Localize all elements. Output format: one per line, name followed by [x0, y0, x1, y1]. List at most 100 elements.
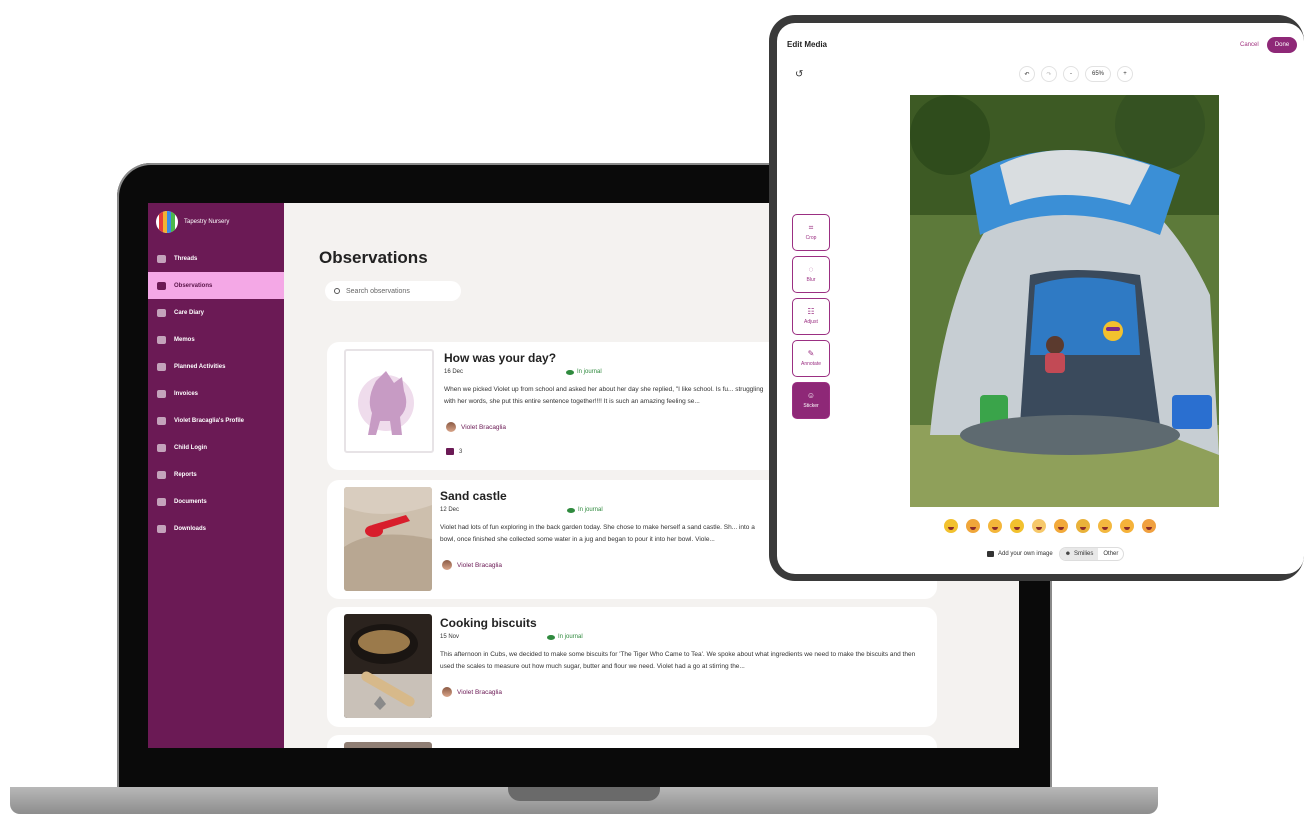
smiley-sticker[interactable]: [944, 519, 958, 533]
eye-icon: [547, 634, 555, 640]
eye-icon: [566, 369, 574, 375]
smiley-sticker[interactable]: [1032, 519, 1046, 533]
smiley-sticker[interactable]: [966, 519, 980, 533]
tool-label: Crop: [805, 235, 817, 241]
placeholder-thumbnail: [344, 349, 434, 453]
search-icon: [334, 288, 340, 294]
tool-label: Sticker: [803, 403, 819, 409]
observation-excerpt: Violet had lots of fun exploring in the …: [440, 524, 755, 543]
sidebar-item-label: Invoices: [174, 390, 199, 397]
care-diary-icon: [157, 308, 166, 317]
comment-count[interactable]: 3: [446, 448, 462, 455]
zoom-out-button[interactable]: -: [1063, 66, 1079, 82]
status-label: In journal: [578, 507, 603, 513]
search-input[interactable]: Search observations: [325, 281, 461, 301]
sidebar-item-downloads[interactable]: Downloads: [148, 515, 284, 542]
reset-icon[interactable]: ↺: [795, 69, 803, 80]
annotate-tool[interactable]: ✎ Annotate: [792, 340, 830, 377]
sidebar-item-label: Reports: [174, 471, 197, 478]
sticker-options: Add your own image ☻ Smilies Other: [987, 547, 1125, 561]
add-image-label: Add your own image: [998, 551, 1053, 557]
smiley-icon: ☻: [1064, 551, 1072, 557]
author[interactable]: Violet Bracaglia: [442, 560, 502, 570]
author-name: Violet Bracaglia: [457, 688, 503, 696]
sidebar: Tapestry Nursery Threads Observations Ca…: [148, 203, 284, 748]
tool-label: Blur: [806, 277, 816, 283]
smiley-sticker[interactable]: [1142, 519, 1156, 533]
observation-card[interactable]: Cooking biscuits 15 Nov In journal This …: [327, 607, 937, 727]
sand-castle-photo: [344, 487, 432, 591]
sidebar-item-observations[interactable]: Observations: [148, 272, 284, 299]
cancel-button[interactable]: Cancel: [1240, 42, 1259, 48]
sidebar-item-threads[interactable]: Threads: [148, 245, 284, 272]
undo-icon[interactable]: ↶: [1019, 66, 1035, 82]
tab-other[interactable]: Other: [1098, 548, 1123, 560]
sidebar-item-label: Downloads: [174, 525, 207, 532]
invoices-icon: [157, 389, 166, 398]
laptop-notch: [508, 787, 660, 801]
sidebar-item-label: Documents: [174, 498, 207, 505]
planned-activities-icon: [157, 362, 166, 371]
blur-icon: ◌: [808, 265, 814, 274]
smiley-sticker[interactable]: [1120, 519, 1134, 533]
smiley-sticker[interactable]: [1054, 519, 1068, 533]
sidebar-item-label: Violet Bracaglia's Profile: [174, 417, 245, 424]
sticker-tool[interactable]: ☺ Sticker: [792, 382, 830, 419]
sidebar-item-label: Planned Activities: [174, 363, 226, 370]
smiley-sticker[interactable]: [1098, 519, 1112, 533]
tool-label: Annotate: [800, 361, 822, 367]
edit-media-modal: Edit Media Cancel Done ↺ ↶ ↷ - 65% + ⌗ Cr…: [777, 23, 1304, 574]
observation-title: How was your day?: [444, 351, 557, 365]
observation-title: Sand castle: [440, 489, 507, 503]
biscuits-photo-image: [344, 614, 432, 718]
done-button[interactable]: Done: [1267, 37, 1297, 53]
image-add-icon: [987, 551, 994, 557]
sidebar-item-planned-activities[interactable]: Planned Activities: [148, 353, 284, 380]
tent-photo[interactable]: [910, 95, 1219, 507]
sidebar-item-reports[interactable]: Reports: [148, 461, 284, 488]
tab-label: Other: [1103, 551, 1119, 557]
brand-name: Tapestry Nursery: [184, 219, 230, 225]
smiley-sticker[interactable]: [1010, 519, 1024, 533]
sidebar-item-invoices[interactable]: Invoices: [148, 380, 284, 407]
sidebar-item-care-diary[interactable]: Care Diary: [148, 299, 284, 326]
blur-tool[interactable]: ◌ Blur: [792, 256, 830, 293]
brand[interactable]: Tapestry Nursery: [156, 211, 229, 233]
dog-illustration-icon: [358, 371, 414, 435]
threads-icon: [157, 254, 166, 263]
add-own-image-button[interactable]: Add your own image: [987, 547, 1053, 561]
sidebar-item-profile[interactable]: Violet Bracaglia's Profile: [148, 407, 284, 434]
adjust-tool[interactable]: ☷ Adjust: [792, 298, 830, 335]
observation-card[interactable]: [327, 735, 937, 748]
redo-icon[interactable]: ↷: [1041, 66, 1057, 82]
author[interactable]: Violet Bracaglia: [446, 422, 506, 432]
observations-icon: [157, 281, 166, 290]
modal-title: Edit Media: [787, 40, 828, 49]
tent-photo-image: [910, 95, 1219, 507]
tool-label: Adjust: [804, 319, 818, 325]
tab-smilies[interactable]: ☻ Smilies: [1059, 548, 1099, 560]
reports-icon: [157, 470, 166, 479]
smiley-sticker[interactable]: [988, 519, 1002, 533]
crop-tool[interactable]: ⌗ Crop: [792, 214, 830, 251]
status-label: In journal: [558, 634, 583, 640]
observation-title: Cooking biscuits: [440, 616, 537, 630]
sticker-category-toggle: ☻ Smilies Other: [1058, 547, 1125, 561]
sidebar-item-documents[interactable]: Documents: [148, 488, 284, 515]
sidebar-item-label: Child Login: [174, 444, 207, 451]
sidebar-item-label: Observations: [174, 282, 213, 289]
sidebar-item-memos[interactable]: Memos: [148, 326, 284, 353]
sidebar-item-label: Memos: [174, 336, 195, 343]
zoom-in-button[interactable]: +: [1117, 66, 1133, 82]
biscuits-photo: [344, 614, 432, 718]
smiley-sticker[interactable]: [1076, 519, 1090, 533]
memos-icon: [157, 335, 166, 344]
author[interactable]: Violet Bracaglia: [442, 687, 502, 697]
edit-tools: ⌗ Crop ◌ Blur ☷ Adjust ✎ Annotate ☺ Sticker: [792, 214, 830, 419]
sidebar-item-child-login[interactable]: Child Login: [148, 434, 284, 461]
status-badge: In journal: [566, 369, 602, 375]
eye-icon: [567, 507, 575, 513]
sticker-row: [944, 519, 1156, 533]
annotate-icon: ✎: [807, 349, 815, 358]
sand-photo-image: [344, 487, 432, 591]
